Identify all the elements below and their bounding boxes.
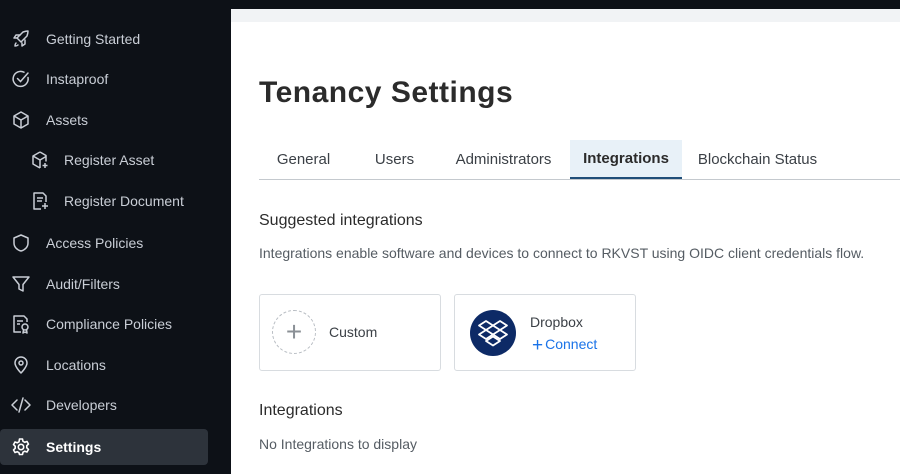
compliance-document-icon: [11, 314, 31, 334]
sidebar-item-label: Getting Started: [46, 31, 141, 47]
sidebar-item-label: Register Document: [64, 193, 184, 209]
connect-button[interactable]: + Connect: [532, 335, 597, 357]
suggested-integrations-heading: Suggested integrations: [259, 212, 423, 229]
sidebar-item-label: Locations: [46, 357, 106, 373]
tab-integrations[interactable]: Integrations: [570, 140, 682, 179]
sidebar-item-label: Register Asset: [64, 152, 155, 168]
cube-icon: [11, 110, 31, 130]
connect-label: Connect: [545, 336, 598, 352]
code-icon: [11, 395, 31, 415]
document-plus-icon: [30, 191, 50, 211]
sidebar: Getting Started Instaproof Assets Regist…: [0, 0, 219, 474]
dropbox-integration-label: Dropbox: [530, 314, 583, 330]
sidebar-item-label: Instaproof: [46, 71, 109, 87]
tab-bar: General Users Administrators Integration…: [259, 127, 900, 180]
location-pin-icon: [11, 355, 31, 375]
integrations-empty-message: No Integrations to display: [259, 436, 417, 452]
sidebar-item-register-asset[interactable]: Register Asset: [0, 142, 208, 178]
gear-icon: [11, 437, 31, 457]
tab-administrators[interactable]: Administrators: [441, 140, 566, 179]
plus-icon: +: [532, 335, 544, 356]
sidebar-item-access-policies[interactable]: Access Policies: [0, 225, 208, 261]
suggested-integrations-description: Integrations enable software and devices…: [259, 245, 865, 261]
plus-icon: +: [272, 310, 316, 354]
sidebar-item-locations[interactable]: Locations: [0, 347, 208, 383]
check-circle-icon: [11, 69, 31, 89]
content-panel: Tenancy Settings General Users Administr…: [231, 9, 900, 474]
sidebar-item-register-document[interactable]: Register Document: [0, 183, 208, 219]
sidebar-item-label: Compliance Policies: [46, 316, 173, 332]
custom-integration-label: Custom: [329, 324, 378, 340]
cube-plus-icon: [30, 150, 50, 170]
rocket-icon: [11, 29, 31, 49]
sidebar-item-label: Assets: [46, 112, 89, 128]
tab-users[interactable]: Users: [357, 140, 432, 179]
sidebar-item-label: Settings: [46, 439, 102, 455]
shield-icon: [11, 233, 31, 253]
sidebar-item-label: Access Policies: [46, 235, 144, 251]
main-area: Tenancy Settings General Users Administr…: [219, 0, 900, 474]
page-title: Tenancy Settings: [259, 76, 514, 109]
custom-integration-card[interactable]: + Custom: [259, 294, 441, 371]
dropbox-logo-icon: [470, 310, 516, 356]
sidebar-item-label: Developers: [46, 397, 117, 413]
tab-blockchain-status[interactable]: Blockchain Status: [686, 140, 829, 179]
sidebar-item-developers[interactable]: Developers: [0, 387, 208, 423]
sidebar-item-assets[interactable]: Assets: [0, 102, 208, 138]
sidebar-item-settings[interactable]: Settings: [0, 429, 208, 465]
filter-icon: [11, 274, 31, 294]
sidebar-item-instaproof[interactable]: Instaproof: [0, 61, 208, 97]
sidebar-item-audit-filters[interactable]: Audit/Filters: [0, 266, 208, 302]
sidebar-item-compliance-policies[interactable]: Compliance Policies: [0, 306, 208, 342]
settings-card: Tenancy Settings General Users Administr…: [231, 22, 900, 474]
integrations-heading: Integrations: [259, 402, 343, 419]
sidebar-item-label: Audit/Filters: [46, 276, 120, 292]
sidebar-item-getting-started[interactable]: Getting Started: [0, 21, 208, 57]
tab-general[interactable]: General: [259, 140, 348, 179]
dropbox-integration-card: Dropbox + Connect: [454, 294, 636, 371]
